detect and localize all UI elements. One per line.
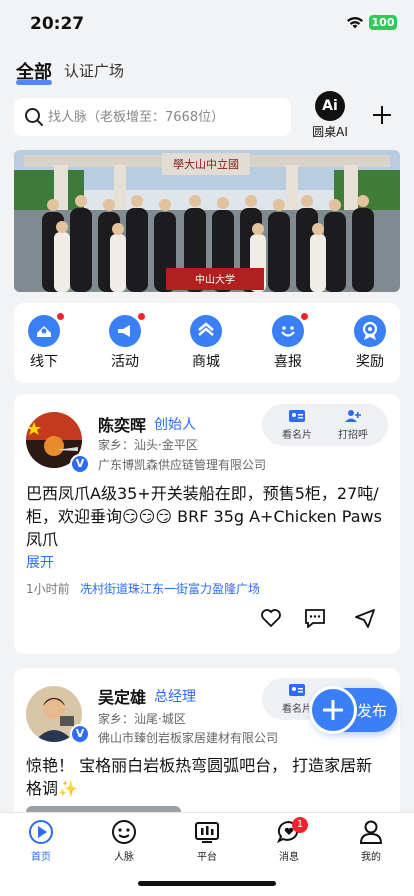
ai-label: 圆桌AI [312,125,348,139]
menu-item-label: 喜报 [274,354,302,370]
nav-messages[interactable]: 1 消息 [259,817,319,863]
store-icon [190,315,222,347]
nav-contacts[interactable]: 人脉 [94,819,154,863]
card-actions: 看名片 打招呼 [262,404,388,446]
post-content: 惊艳！ 宝格丽白岩板热弯圆弧吧台， 打造家居新格调✨ [26,756,373,798]
message-badge: 1 [292,817,308,833]
search-bar[interactable] [14,98,291,136]
banner-image[interactable]: 學大山中立國 中山大学 [14,150,400,292]
menu-item-offline[interactable]: 线下 [14,313,74,371]
verified-badge: V [70,454,90,474]
id-card-icon [289,410,305,422]
menu-item-label: 奖励 [356,354,384,370]
view-card-label: 看名片 [282,430,312,441]
nav-label: 人脉 [114,852,134,863]
home-indicator [138,881,276,886]
menu-badge-dot [57,313,64,320]
smile-icon [272,313,308,347]
author-name[interactable]: 陈奕晖 [98,412,146,436]
nav-label: 平台 [197,852,217,863]
menu-item-good-news[interactable]: 喜报 [258,313,318,371]
nav-label: 消息 [279,852,299,863]
nav-profile[interactable]: 我的 [341,819,401,863]
greet-button[interactable]: 打招呼 [328,409,378,441]
menu-item-label: 商城 [192,354,220,370]
like-icon[interactable] [260,608,282,628]
author-hometown: 家乡：汕尾·城区 [98,712,186,726]
post-content: 巴西凤爪A级35+开关装船在即，预售5柜，27吨/柜，欢迎垂询😏😏😏 BRF 3… [26,484,382,549]
nav-label: 首页 [31,852,51,863]
add-person-icon [345,410,361,422]
menu-item-reward[interactable]: 奖励 [340,315,400,371]
nav-label: 我的 [361,852,381,863]
gate-sign: 學大山中立國 [173,157,239,171]
author-title: 总经理 [154,689,196,705]
expand-link[interactable]: 展开 [26,552,54,572]
award-icon [354,315,386,347]
ai-assistant-button[interactable]: Ai 圆桌AI [307,91,353,140]
share-icon[interactable] [354,608,376,628]
post-time: 1小时前 [26,582,70,596]
publish-button[interactable]: 发布 [309,686,397,734]
meeting-icon [28,313,64,347]
author-title: 创始人 [154,417,196,433]
search-input[interactable] [48,98,284,136]
contacts-icon [112,820,136,844]
greet-label: 打招呼 [338,430,368,441]
publish-label: 发布 [357,702,388,720]
nav-platform[interactable]: 平台 [177,819,237,863]
menu-item-activity[interactable]: 活动 [95,313,155,371]
author-hometown: 家乡：汕头·金平区 [98,438,198,452]
menu-item-label: 线下 [30,354,58,370]
author-company: 佛山市臻创岩板家居建材有限公司 [98,731,279,745]
banner-text: 中山大学 [195,273,235,286]
menu-item-label: 活动 [111,354,139,370]
post-card[interactable]: V 陈奕晖 创始人 家乡：汕头·金平区 广东博凯森供应链管理有限公司 看名片 打… [14,394,400,654]
author-company: 广东博凯森供应链管理有限公司 [98,458,267,472]
verified-badge: V [70,724,90,744]
platform-icon [195,822,219,843]
group-photo: 學大山中立國 中山大学 [14,150,400,292]
megaphone-icon [109,313,145,347]
view-card-label: 看名片 [282,704,312,715]
home-play-icon [29,820,53,844]
comment-icon[interactable] [304,608,326,628]
id-card-icon [289,684,305,696]
status-bar: 20:27 100 [0,0,414,48]
nav-home[interactable]: 首页 [11,819,71,863]
view-card-button[interactable]: 看名片 [272,409,322,441]
add-icon[interactable] [370,103,394,127]
menu-badge-dot [138,313,145,320]
tab-all[interactable]: 全部 [16,58,52,84]
ai-logo: Ai [315,91,345,121]
author-name[interactable]: 吴定雄 [98,684,146,708]
menu-badge-dot [301,313,308,320]
quick-menu: 线下 活动 商城 喜报 奖励 [14,303,400,383]
menu-item-store[interactable]: 商城 [176,315,236,371]
status-time: 20:27 [30,14,85,34]
post-location[interactable]: 冼村街道珠江东一街富力盈隆广场 [80,580,260,597]
tab-certified-square[interactable]: 认证广场 [64,60,124,81]
battery-indicator: 100 [369,15,397,30]
plus-icon [309,686,357,734]
profile-icon [359,820,383,844]
search-icon [25,108,43,126]
wifi-icon [347,17,363,29]
